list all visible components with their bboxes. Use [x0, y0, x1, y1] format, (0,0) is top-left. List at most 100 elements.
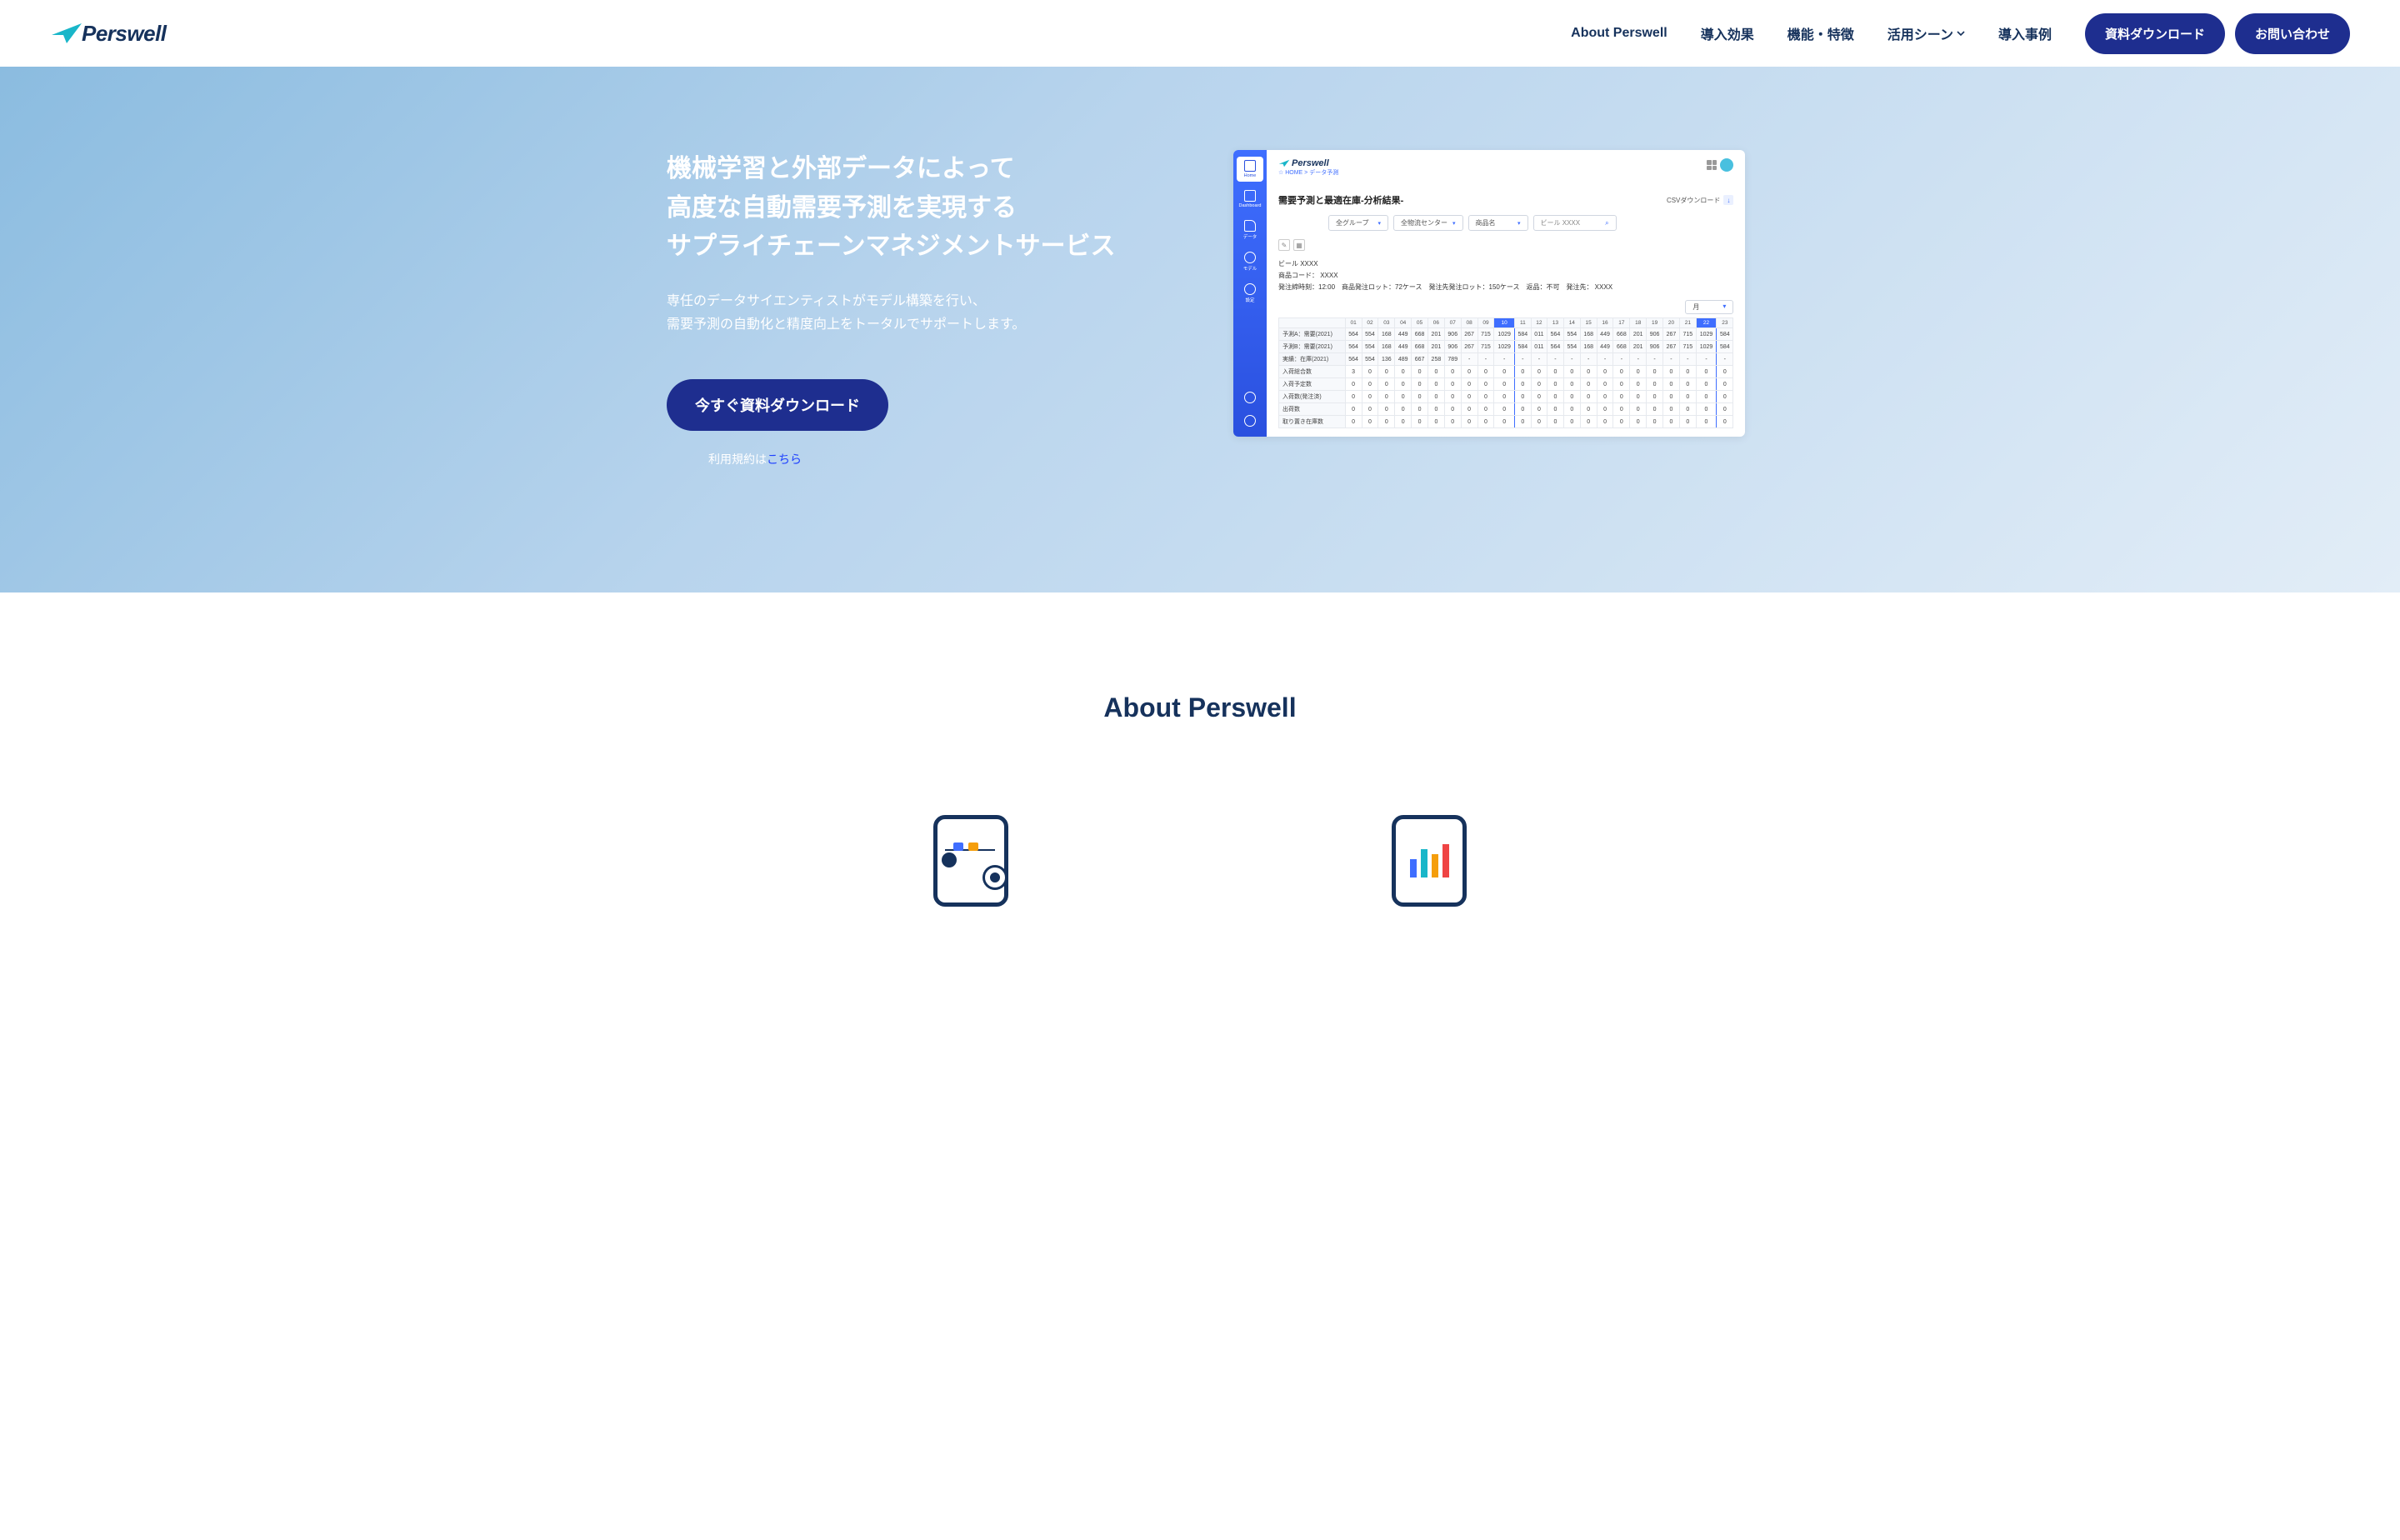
table-cell: 0 [1345, 403, 1362, 416]
download-icon: ↓ [1723, 195, 1733, 205]
month-select[interactable]: 月▾ [1685, 300, 1733, 314]
hero-cta-button[interactable]: 今すぐ資料ダウンロード [667, 379, 888, 431]
table-col-header: 09 [1478, 318, 1494, 328]
table-cell: 0 [1514, 378, 1531, 391]
dashboard-icon [1244, 190, 1256, 202]
paper-plane-icon [50, 22, 83, 45]
table-cell: 554 [1362, 328, 1378, 341]
brand-logo[interactable]: Perswell [50, 21, 167, 47]
table-cell: 449 [1597, 328, 1613, 341]
table-row: 予測A：需要(2021)5645541684496682019062677151… [1279, 328, 1733, 341]
contact-button[interactable]: お問い合わせ [2235, 13, 2350, 54]
table-row: 予測B：需要(2021)5645541684496682019062677151… [1279, 341, 1733, 353]
table-cell: 0 [1412, 378, 1428, 391]
avatar[interactable] [1720, 158, 1733, 172]
table-cell: 554 [1362, 353, 1378, 366]
table-cell: 715 [1478, 328, 1494, 341]
chevron-down-icon [1957, 31, 1965, 36]
edit-icon[interactable]: ✎ [1278, 239, 1290, 251]
table-cell: 1029 [1696, 341, 1717, 353]
table-cell: 0 [1362, 391, 1378, 403]
table-cell: 0 [1663, 378, 1680, 391]
table-cell: 1029 [1696, 328, 1717, 341]
table-cell: 906 [1647, 328, 1663, 341]
nav-cases[interactable]: 導入事例 [1998, 23, 2052, 43]
table-cell: 0 [1378, 391, 1395, 403]
table-cell: 0 [1395, 391, 1412, 403]
table-col-header: 08 [1461, 318, 1478, 328]
nav-features[interactable]: 機能・特徴 [1788, 23, 1854, 43]
table-cell: 0 [1345, 416, 1362, 428]
table-cell: 0 [1531, 366, 1547, 378]
table-cell: 1029 [1494, 328, 1515, 341]
table-cell: 0 [1362, 416, 1378, 428]
apps-icon[interactable] [1707, 160, 1717, 170]
table-cell: 0 [1647, 403, 1663, 416]
chevron-down-icon: ▾ [1518, 220, 1521, 227]
filter-search[interactable]: ビール XXXX⌕ [1533, 215, 1617, 231]
chevron-down-icon: ▾ [1722, 302, 1726, 312]
sidebar-label: モデル [1243, 265, 1258, 272]
nav-about[interactable]: About Perswell [1571, 26, 1668, 41]
table-cell: - [1580, 353, 1597, 366]
table-cell: - [1461, 353, 1478, 366]
filter-group[interactable]: 全グループ▾ [1328, 215, 1388, 231]
table-cell: 668 [1613, 328, 1630, 341]
tablet-frame-icon [1392, 815, 1467, 907]
nav-effect[interactable]: 導入効果 [1701, 23, 1754, 43]
sidebar-item-model[interactable]: モデル [1237, 248, 1263, 275]
table-cell: 0 [1378, 366, 1395, 378]
table-cell: 564 [1548, 328, 1564, 341]
filter-name[interactable]: 商品名▾ [1468, 215, 1528, 231]
table-cell: 0 [1679, 378, 1696, 391]
table-cell: 584 [1514, 341, 1531, 353]
table-cell: 0 [1412, 403, 1428, 416]
about-title: About Perswell [0, 692, 2400, 723]
table-cell: 489 [1395, 353, 1412, 366]
table-cell: - [1630, 353, 1647, 366]
table-col-header: 19 [1647, 318, 1663, 328]
table-cell: 0 [1494, 378, 1515, 391]
sidebar-item-settings[interactable]: 設定 [1237, 280, 1263, 307]
mock-product: ビール XXXX [1278, 259, 1733, 268]
table-cell: 267 [1461, 341, 1478, 353]
table-cell: - [1597, 353, 1613, 366]
sidebar-item-home[interactable]: Home [1237, 157, 1263, 182]
sidebar-item-notify[interactable] [1237, 412, 1263, 430]
mock-top-icons [1707, 158, 1733, 172]
table-cell: 0 [1478, 391, 1494, 403]
sidebar-item-refresh[interactable] [1237, 388, 1263, 407]
table-cell: 0 [1514, 403, 1531, 416]
table-cell: 0 [1531, 378, 1547, 391]
table-col-header: 07 [1444, 318, 1461, 328]
table-cell: 0 [1630, 403, 1647, 416]
table-cell: 168 [1580, 328, 1597, 341]
table-cell: 906 [1647, 341, 1663, 353]
table-col-header: 10 [1494, 318, 1515, 328]
download-button[interactable]: 資料ダウンロード [2085, 13, 2225, 54]
table-cell: 0 [1395, 366, 1412, 378]
table-cell: 554 [1362, 341, 1378, 353]
sidebar-item-dashboard[interactable]: Dashboard [1237, 187, 1263, 212]
hero-desc-line: 需要予測の自動化と精度向上をトータルでサポートします。 [667, 318, 1025, 332]
table-cell: 0 [1494, 366, 1515, 378]
mock-breadcrumb[interactable]: ☆ HOME > データ予測 [1278, 168, 1338, 177]
table-cell: 1029 [1494, 341, 1515, 353]
nav-scenes[interactable]: 活用シーン [1888, 23, 1965, 43]
calendar-icon[interactable]: ▦ [1293, 239, 1305, 251]
sidebar-item-data[interactable]: データ [1237, 217, 1263, 243]
table-cell: 0 [1563, 378, 1580, 391]
table-cell: 0 [1647, 416, 1663, 428]
terms-link[interactable]: こちら [767, 452, 802, 466]
table-cell: 0 [1563, 391, 1580, 403]
table-cell: 3 [1345, 366, 1362, 378]
table-cell: 0 [1663, 403, 1680, 416]
table-cell: 0 [1395, 378, 1412, 391]
filter-center[interactable]: 全物流センター▾ [1393, 215, 1463, 231]
table-col-header: 22 [1696, 318, 1717, 328]
row-label: 出荷数 [1279, 403, 1346, 416]
table-cell: 0 [1531, 391, 1547, 403]
table-cell: 201 [1630, 328, 1647, 341]
table-cell: 0 [1580, 366, 1597, 378]
csv-download[interactable]: CSVダウンロード ↓ [1667, 195, 1733, 205]
